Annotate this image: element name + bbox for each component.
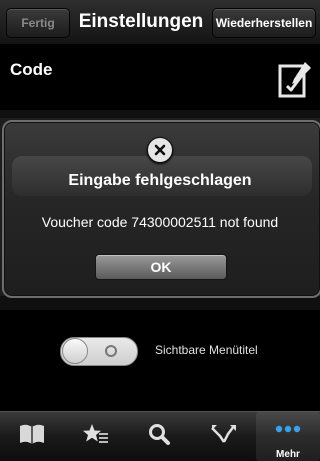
tab-bar: Mehr bbox=[0, 411, 320, 461]
more-dots-icon bbox=[275, 425, 301, 433]
done-button[interactable]: Fertig bbox=[6, 8, 70, 38]
alert-message: Voucher code 74300002511 not found bbox=[41, 214, 279, 230]
tab-more[interactable]: Mehr bbox=[256, 412, 320, 461]
search-icon bbox=[149, 424, 170, 445]
page-title: Einstellungen bbox=[78, 11, 204, 32]
close-circle-icon[interactable] bbox=[147, 137, 173, 163]
restore-button[interactable]: Wiederherstellen bbox=[212, 8, 316, 38]
tab-random[interactable] bbox=[192, 412, 256, 461]
star-list-icon bbox=[83, 424, 108, 443]
menu-titles-toggle[interactable] bbox=[60, 337, 138, 366]
toggle-knob[interactable] bbox=[62, 338, 88, 364]
tab-search[interactable] bbox=[128, 412, 192, 461]
ok-button[interactable]: OK bbox=[95, 254, 227, 280]
code-label: Code bbox=[10, 60, 53, 79]
tab-more-label: Mehr bbox=[276, 449, 300, 460]
navigation-bar: Fertig Einstellungen Wiederherstellen bbox=[0, 0, 320, 45]
shuffle-arrows-icon bbox=[211, 425, 236, 443]
tab-favorites[interactable] bbox=[64, 412, 128, 461]
alert-title: Eingabe fehlgeschlagen bbox=[68, 172, 252, 189]
edit-note-icon[interactable] bbox=[277, 60, 313, 100]
book-icon bbox=[20, 424, 44, 444]
toggle-label: Sichtbare Menütitel bbox=[155, 343, 258, 357]
toggle-off-indicator bbox=[105, 345, 117, 357]
tab-book[interactable] bbox=[0, 412, 64, 461]
